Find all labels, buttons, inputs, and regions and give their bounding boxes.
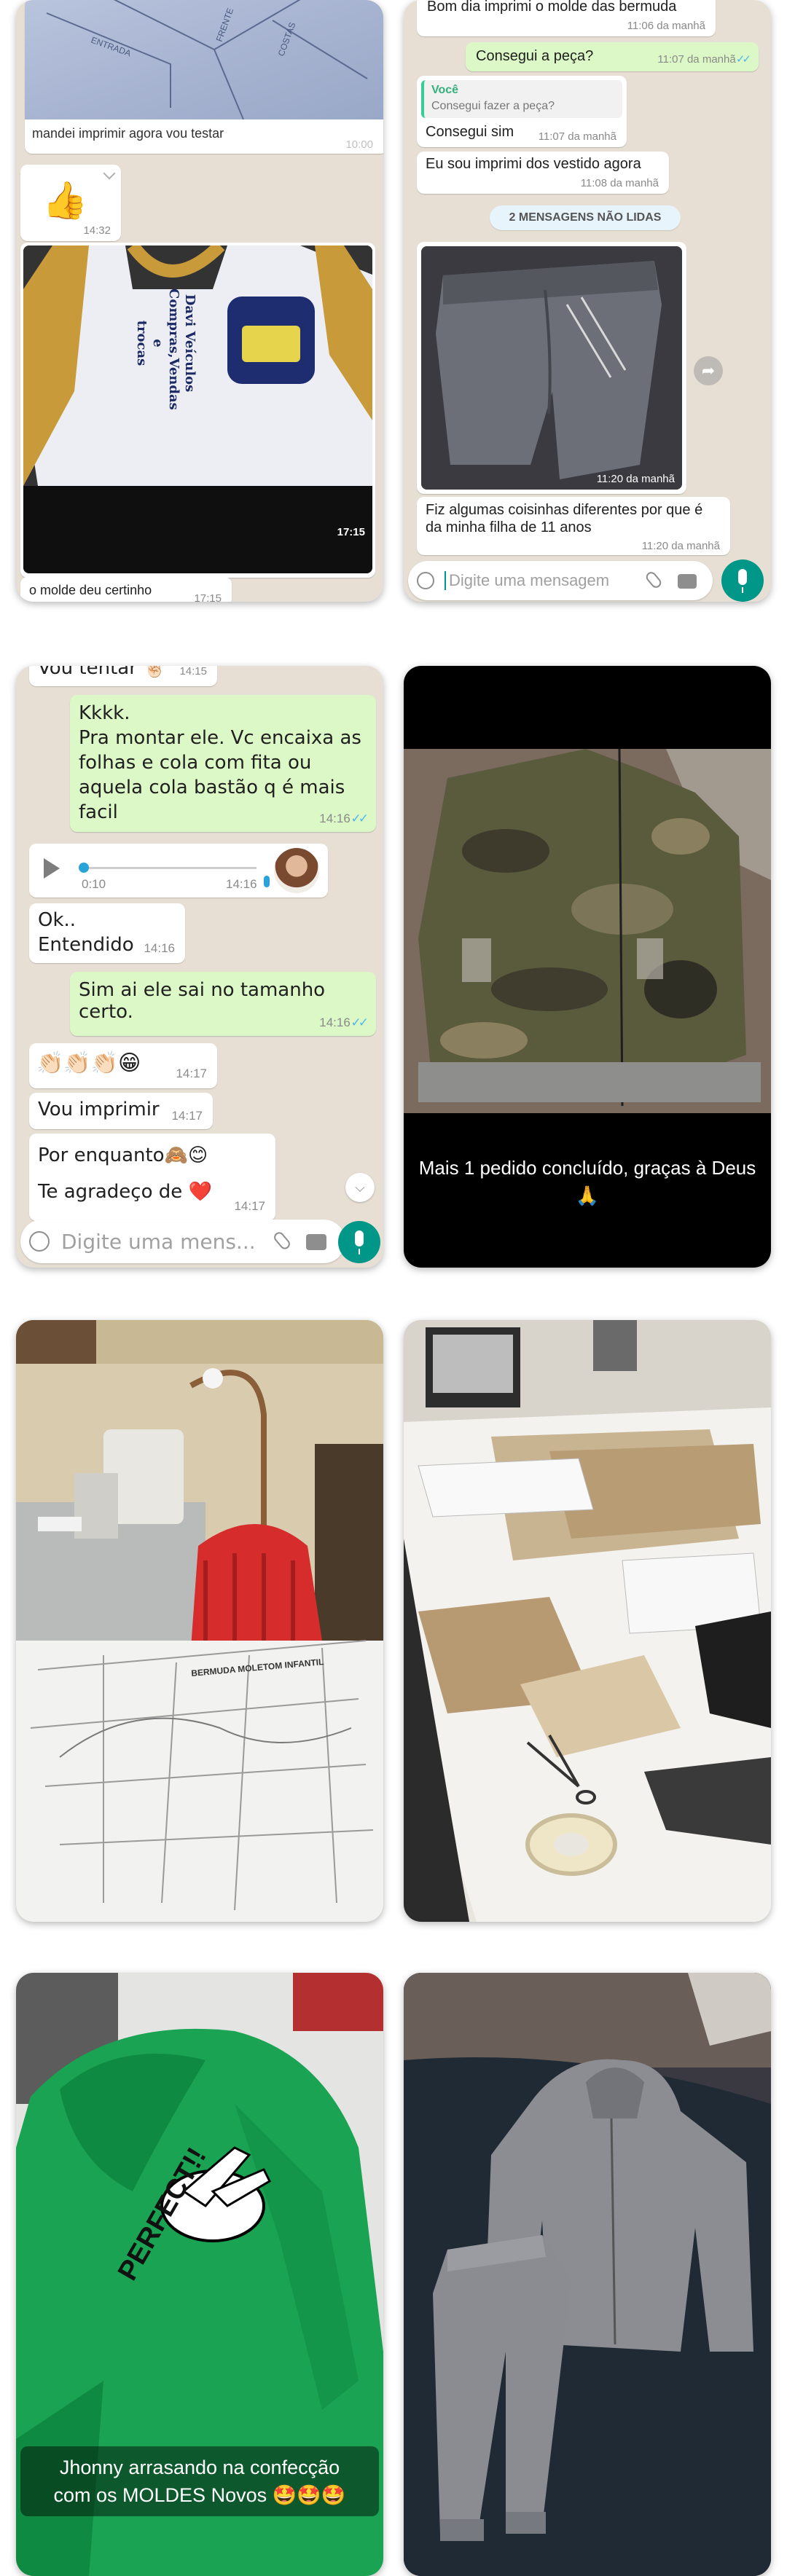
- scroll-down-icon[interactable]: ⌵: [345, 1173, 375, 1202]
- chat-screenshot-card: Bom dia imprimi o molde das bermuda 11:0…: [404, 0, 771, 602]
- tracksuit-photo: [404, 1973, 771, 2576]
- message-text: Vou imprimir: [38, 1099, 160, 1120]
- tshirt-photo: Davi Veículos Compras,Vendas e trocas 17…: [23, 246, 372, 573]
- message-text: Por enquanto🙈😊: [38, 1144, 208, 1166]
- audio-duration: 0:10: [82, 877, 106, 891]
- chat-screenshot-card: ENTRADA FRENTE COSTAS mandei imprimir ag…: [16, 0, 383, 602]
- text-message[interactable]: Ok.. Entendido 14:16: [29, 903, 185, 963]
- text-message[interactable]: Vou imprimir 14:17: [29, 1093, 213, 1129]
- message-text: mandei imprimir agora vou testar: [32, 126, 224, 141]
- text-message[interactable]: Vou tentar 🤞🏻 14:15: [29, 666, 217, 686]
- pattern-photo: ENTRADA FRENTE COSTAS: [25, 0, 383, 119]
- message-time: 14:17: [234, 1199, 265, 1213]
- microphone-button[interactable]: [721, 559, 764, 602]
- thumbs-up-icon: 👍: [42, 179, 88, 221]
- message-time: 14:16: [319, 1016, 366, 1030]
- emoji-message[interactable]: 👏🏻👏🏻👏🏻😁 14:17: [29, 1043, 217, 1088]
- image-message[interactable]: Davi Veículos Compras,Vendas e trocas 17…: [20, 243, 375, 578]
- message-text: Ok.. Entendido: [38, 909, 134, 956]
- message-time: 11:07 da manhã: [657, 52, 748, 66]
- shorts-photo: 11:20 da manhã: [421, 246, 682, 490]
- image-time: 17:15: [337, 526, 365, 538]
- camo-jacket-photo[interactable]: [404, 749, 771, 1113]
- shirt-print-text: Davi Veículos Compras,Vendas e trocas: [134, 288, 197, 410]
- message-text: Bom dia imprimi o molde das bermuda: [427, 0, 677, 15]
- message-input[interactable]: Digite uma mensagem: [445, 571, 609, 590]
- message-time: 14:17: [171, 1109, 203, 1123]
- message-time: 14:15: [179, 666, 207, 678]
- sewing-room-photo: [16, 1320, 383, 1922]
- message-time: 14:16: [319, 812, 366, 826]
- text-message[interactable]: Fiz algumas coisinhas diferentes por que…: [417, 497, 730, 555]
- photo-card[interactable]: BERMUDA MOLETOM INFANTIL: [16, 1320, 383, 1922]
- emoji-icon[interactable]: [29, 1231, 50, 1252]
- quoted-author: Você: [431, 84, 459, 96]
- message-text: Te agradeço de ❤️: [38, 1181, 212, 1203]
- svg-text:FRENTE: FRENTE: [214, 7, 236, 43]
- message-text: Fiz algumas coisinhas diferentes por que…: [426, 502, 703, 535]
- story-caption: Jhonny arrasando na confecção com os MOL…: [53, 2457, 346, 2506]
- audio-progress-handle[interactable]: [79, 863, 89, 873]
- text-message[interactable]: Eu sou imprimi dos vestido agora 11:08 d…: [417, 152, 669, 194]
- cutting-table-photo: [404, 1320, 771, 1922]
- message-text: o molde deu certinho: [29, 583, 152, 597]
- text-message[interactable]: Por enquanto🙈😊 Te agradeço de ❤️ 14:17: [29, 1134, 275, 1221]
- message-input-bar[interactable]: Digite uma mens...: [20, 1220, 345, 1263]
- avatar[interactable]: [274, 848, 319, 893]
- story-card: Mais 1 pedido concluído, graças à Deus 🙏: [404, 666, 771, 1268]
- message-time: 11:06 da manhã: [627, 20, 705, 32]
- photo-card[interactable]: [404, 1973, 771, 2576]
- message-input[interactable]: Digite uma mens...: [61, 1230, 256, 1254]
- text-message[interactable]: Consegui a peça? 11:07 da manhã: [466, 42, 759, 71]
- attach-icon[interactable]: [272, 1230, 292, 1252]
- message-time: 17:15: [194, 592, 222, 602]
- message-time: 14:32: [83, 224, 111, 237]
- clapping-hands-icon: 👏🏻👏🏻👏🏻😁: [36, 1051, 141, 1076]
- message-time: 14:16: [226, 877, 257, 891]
- message-time: 11:08 da manhã: [580, 177, 659, 189]
- text-message[interactable]: Sim ai ele sai no tamanho certo. 14:16: [70, 972, 376, 1036]
- play-icon[interactable]: [44, 858, 60, 879]
- camera-icon[interactable]: [306, 1234, 326, 1250]
- text-message[interactable]: Kkkk. Pra montar ele. Vc encaixa as folh…: [70, 695, 376, 832]
- image-message[interactable]: ENTRADA FRENTE COSTAS mandei imprimir ag…: [25, 0, 383, 154]
- image-message[interactable]: 11:20 da manhã: [417, 242, 686, 494]
- attach-icon[interactable]: [643, 570, 664, 590]
- message-text: Kkkk. Pra montar ele. Vc encaixa as folh…: [79, 702, 361, 823]
- photo-card[interactable]: [404, 1320, 771, 1922]
- mic-icon: [264, 876, 270, 887]
- camera-icon[interactable]: [678, 574, 697, 589]
- quoted-text: Consegui fazer a peça?: [431, 100, 555, 112]
- audio-progress-bar[interactable]: [82, 867, 257, 869]
- message-time: 11:07 da manhã: [538, 130, 616, 143]
- message-time: 14:17: [176, 1067, 207, 1080]
- message-text: Consegui a peça?: [476, 48, 594, 64]
- dropdown-chevron-icon[interactable]: [103, 167, 116, 180]
- microphone-button[interactable]: [338, 1221, 380, 1263]
- message-text: Consegui sim: [426, 124, 514, 140]
- svg-text:ENTRADA: ENTRADA: [90, 35, 133, 59]
- message-input-bar[interactable]: Digite uma mensagem: [408, 561, 713, 600]
- message-text: Vou tentar 🤞🏻: [38, 666, 167, 679]
- reply-message[interactable]: Você Consegui fazer a peça? Consegui sim…: [417, 76, 627, 147]
- text-message[interactable]: Bom dia imprimi o molde das bermuda 11:0…: [417, 0, 716, 36]
- message-time: 11:20 da manhã: [641, 540, 720, 552]
- message-time: 14:16: [144, 941, 175, 955]
- svg-text:COSTAS: COSTAS: [276, 21, 298, 58]
- message-time: 10:00: [345, 138, 373, 151]
- image-time: 11:20 da manhã: [596, 473, 675, 485]
- emoji-message[interactable]: 👍 14:32: [20, 165, 121, 241]
- forward-icon[interactable]: ➦: [694, 356, 723, 385]
- story-caption: Mais 1 pedido concluído, graças à Deus 🙏: [418, 1157, 756, 1206]
- emoji-icon[interactable]: [417, 572, 434, 589]
- voice-message[interactable]: 0:10 14:16: [29, 844, 328, 898]
- message-text: Eu sou imprimi dos vestido agora: [426, 156, 641, 172]
- chat-screenshot-card: Vou tentar 🤞🏻 14:15 Kkkk. Pra montar ele…: [16, 666, 383, 1268]
- unread-messages-divider: 2 MENSAGENS NÃO LIDAS: [490, 205, 681, 230]
- text-message[interactable]: o molde deu certinho 17:15: [20, 577, 232, 602]
- story-card: PERFECT!! Jhonny arrasando na confecção …: [16, 1973, 383, 2576]
- quoted-message[interactable]: Você Consegui fazer a peça?: [421, 80, 622, 118]
